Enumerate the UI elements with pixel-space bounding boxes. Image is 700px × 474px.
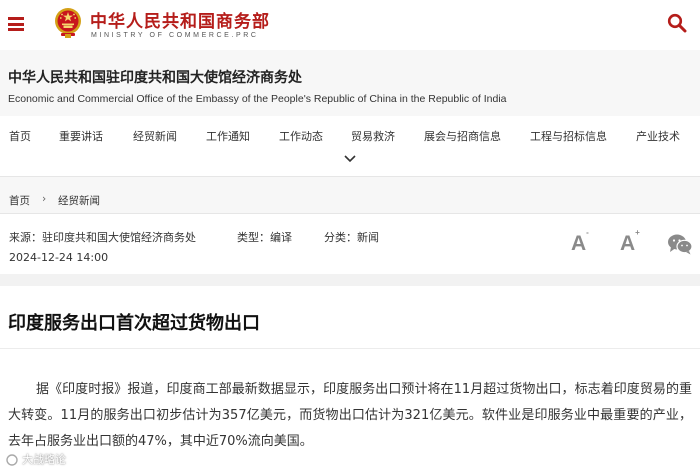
article-source: 来源：驻印度共和国大使馆经济商务处 <box>9 231 196 244</box>
national-emblem-icon <box>55 8 81 38</box>
office-name-en: Economic and Commercial Office of the Em… <box>8 93 507 105</box>
ministry-name-en: MINISTRY OF COMMERCE.PRC <box>91 32 259 39</box>
search-icon[interactable] <box>667 13 687 33</box>
nav-item-home[interactable]: 首页 <box>9 128 31 144</box>
nav-item-work-updates[interactable]: 工作动态 <box>279 128 323 144</box>
wechat-icon[interactable] <box>667 233 693 255</box>
office-name-cn: 中华人民共和国驻印度共和国大使馆经济商务处 <box>8 70 302 86</box>
article-date: 2024-12-24 14:00 <box>9 251 109 264</box>
font-decrease-sign: - <box>586 228 589 237</box>
nav-item-notices[interactable]: 工作通知 <box>206 128 250 144</box>
nav-item-speeches[interactable]: 重要讲话 <box>59 128 103 144</box>
font-decrease-letter: A <box>571 232 587 255</box>
watermark-icon <box>6 454 18 466</box>
breadcrumb-trade-news[interactable]: 经贸新闻 <box>58 193 100 208</box>
ministry-name-cn[interactable]: 中华人民共和国商务部 <box>90 7 270 32</box>
nav-item-exhibitions[interactable]: 展会与招商信息 <box>424 128 501 144</box>
nav-item-industry[interactable]: 产业技术 <box>636 128 680 144</box>
breadcrumb <box>0 177 700 213</box>
font-increase-button[interactable]: A+ <box>620 228 640 256</box>
breadcrumb-separator: › <box>42 193 47 205</box>
article-body: 据《印度时报》报道，印度商工部最新数据显示，印度服务出口预计将在11月超过货物出… <box>8 382 692 449</box>
nav-item-engineering[interactable]: 工程与招标信息 <box>530 128 607 144</box>
main-nav: 首页 重要讲话 经贸新闻 工作通知 工作动态 贸易救济 展会与招商信息 工程与招… <box>0 116 700 176</box>
article-type: 类型：编译 <box>237 231 292 244</box>
article-title: 印度服务出口首次超过货物出口 <box>8 313 260 334</box>
breadcrumb-home[interactable]: 首页 <box>9 193 30 208</box>
font-increase-sign: + <box>635 228 640 237</box>
breadcrumb-divider <box>0 213 700 214</box>
title-divider <box>0 348 700 349</box>
section-gap <box>0 274 700 286</box>
menu-icon[interactable] <box>8 17 24 31</box>
nav-item-trade-news[interactable]: 经贸新闻 <box>133 128 177 144</box>
nav-item-trade-remedy[interactable]: 贸易救济 <box>351 128 395 144</box>
font-increase-letter: A <box>620 232 636 255</box>
font-decrease-button[interactable]: A- <box>571 228 589 256</box>
article-category: 分类：新闻 <box>324 231 379 244</box>
watermark-text: 大战略论 <box>22 453 66 466</box>
chevron-down-icon[interactable] <box>343 154 357 164</box>
top-bar: 中华人民共和国商务部 MINISTRY OF COMMERCE.PRC <box>0 0 700 50</box>
